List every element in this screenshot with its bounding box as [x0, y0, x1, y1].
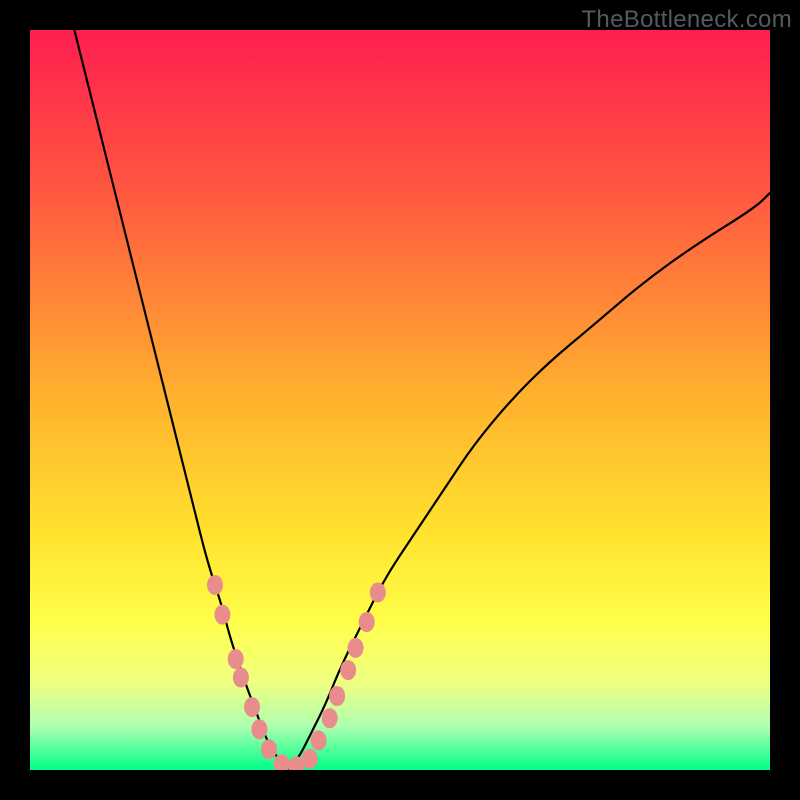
marker-point [322, 708, 338, 728]
marker-point [228, 649, 244, 669]
marker-point [311, 730, 327, 750]
marker-point [302, 749, 318, 769]
marker-point [359, 612, 375, 632]
marker-point [274, 754, 290, 770]
marker-point [370, 582, 386, 602]
plot-area [30, 30, 770, 770]
marker-point [340, 660, 356, 680]
marker-point [214, 605, 230, 625]
marker-point [233, 668, 249, 688]
marker-point [329, 686, 345, 706]
marker-point [244, 697, 260, 717]
marker-point [207, 575, 223, 595]
data-markers [30, 30, 770, 770]
marker-point [348, 638, 364, 658]
marker-point [251, 719, 267, 739]
watermark-label: TheBottleneck.com [581, 6, 792, 34]
marker-point [261, 739, 277, 759]
